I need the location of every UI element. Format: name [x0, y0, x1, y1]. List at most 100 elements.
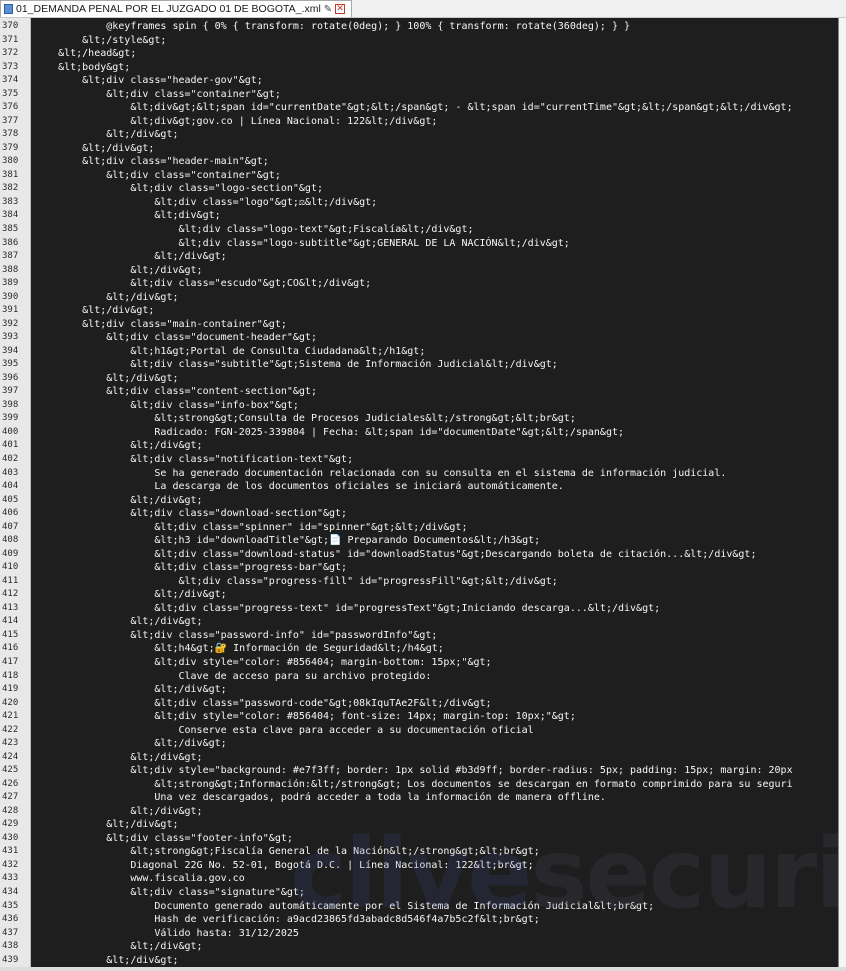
- code-text: &lt;div class="main-container"&gt;: [34, 318, 287, 330]
- line-number: 373: [2, 61, 19, 72]
- code-text: &lt;/div&gt;: [34, 305, 155, 317]
- line-number: 384: [2, 210, 19, 221]
- code-line: 411 &lt;div class="progress-fill" id="pr…: [0, 575, 838, 589]
- code-text: &lt;body&gt;: [34, 61, 131, 73]
- code-text: &lt;/div&gt;: [34, 494, 203, 506]
- line-number: 432: [2, 859, 19, 870]
- code-text: &lt;div class="progress-bar"&gt;: [34, 562, 348, 574]
- code-line: 386 &lt;div class="logo-subtitle"&gt;GEN…: [0, 237, 838, 251]
- line-number: 390: [2, 291, 19, 302]
- code-line: 437 Válido hasta: 31/12/2025: [0, 927, 838, 941]
- pin-icon[interactable]: ✎: [324, 4, 332, 15]
- code-line: 370 @keyframes spin { 0% { transform: ro…: [0, 20, 838, 34]
- code-text: &lt;strong&gt;Fiscalía General de la Nac…: [34, 846, 540, 858]
- code-text: &lt;div class="escudo"&gt;CO&lt;/div&gt;: [34, 278, 372, 290]
- line-number: 438: [2, 941, 19, 952]
- line-number: 386: [2, 237, 19, 248]
- line-number: 383: [2, 196, 19, 207]
- code-line: 412 &lt;/div&gt;: [0, 588, 838, 602]
- code-line: 409 &lt;div class="download-status" id="…: [0, 548, 838, 562]
- code-text: &lt;h4&gt;🔐 Información de Seguridad&lt;…: [34, 643, 444, 655]
- code-text: &lt;div class="document-header"&gt;: [34, 332, 317, 344]
- line-number: 401: [2, 440, 19, 451]
- line-number: 421: [2, 711, 19, 722]
- code-text: &lt;/div&gt;: [34, 264, 203, 276]
- line-number: 380: [2, 156, 19, 167]
- code-line: 427 Una vez descargados, podrá acceder a…: [0, 791, 838, 805]
- code-text: &lt;/div&gt;: [34, 954, 179, 966]
- line-number: 399: [2, 413, 19, 424]
- code-line: 395 &lt;div class="subtitle"&gt;Sistema …: [0, 358, 838, 372]
- code-text: &lt;div class="content-section"&gt;: [34, 386, 317, 398]
- code-text: &lt;div&gt;&lt;span id="currentDate"&gt;…: [34, 102, 793, 114]
- code-text: &lt;h3 id="downloadTitle"&gt;📄 Preparand…: [34, 535, 541, 547]
- code-line: 430 &lt;div class="footer-info"&gt;: [0, 832, 838, 846]
- line-number: 424: [2, 751, 19, 762]
- code-text: @keyframes spin { 0% { transform: rotate…: [34, 21, 631, 32]
- code-text: &lt;div class="password-info" id="passwo…: [34, 629, 438, 641]
- code-line: 379 &lt;/div&gt;: [0, 142, 838, 156]
- code-line: 434 &lt;div class="signature"&gt;: [0, 886, 838, 900]
- line-number: 402: [2, 454, 19, 464]
- line-number: 411: [2, 575, 19, 586]
- code-text: &lt;/div&gt;: [34, 251, 227, 263]
- line-number: 397: [2, 386, 19, 397]
- line-number: 395: [2, 359, 19, 370]
- line-number: 435: [2, 900, 19, 911]
- code-text: Conserve esta clave para acceder a su do…: [34, 724, 534, 736]
- line-number: 439: [2, 954, 19, 965]
- code-line: 394 &lt;h1&gt;Portal de Consulta Ciudada…: [0, 345, 838, 359]
- code-line: 408 &lt;h3 id="downloadTitle"&gt;📄 Prepa…: [0, 534, 838, 548]
- line-number: 391: [2, 305, 19, 316]
- code-text: La descarga de los documentos oficiales …: [34, 481, 564, 493]
- code-line: 399 &lt;strong&gt;Consulta de Procesos J…: [0, 412, 838, 426]
- line-number: 404: [2, 481, 19, 492]
- line-number: 414: [2, 616, 19, 627]
- code-editor[interactable]: 370 @keyframes spin { 0% { transform: ro…: [0, 18, 839, 967]
- bottom-border: [0, 967, 846, 971]
- code-text: &lt;/div&gt;: [34, 819, 179, 831]
- code-line: 371 &lt;/style&gt;: [0, 34, 838, 48]
- code-line: 397 &lt;div class="content-section"&gt;: [0, 385, 838, 399]
- line-number: 382: [2, 183, 19, 194]
- line-number: 422: [2, 724, 19, 735]
- line-number: 403: [2, 467, 19, 478]
- code-text: &lt;div class="spinner" id="spinner"&gt;…: [34, 521, 468, 533]
- close-icon[interactable]: ✕: [335, 4, 346, 14]
- code-text: Se ha generado documentación relacionada…: [34, 467, 727, 479]
- code-text: &lt;div class="progress-text" id="progre…: [34, 602, 661, 614]
- code-text: &lt;/div&gt;: [34, 738, 227, 750]
- code-text: &lt;div style="color: #856404; font-size…: [34, 711, 576, 723]
- line-number: 388: [2, 264, 19, 275]
- code-text: Clave de acceso para su archivo protegid…: [34, 670, 432, 682]
- line-number: 430: [2, 832, 19, 843]
- code-text: &lt;div class="header-main"&gt;: [34, 156, 269, 168]
- code-line: 388 &lt;/div&gt;: [0, 264, 838, 278]
- vertical-scrollbar[interactable]: [839, 18, 846, 967]
- line-number: 378: [2, 129, 19, 140]
- line-number: 415: [2, 629, 19, 640]
- line-number: 431: [2, 846, 19, 857]
- line-number: 393: [2, 332, 19, 343]
- code-line: 405 &lt;/div&gt;: [0, 494, 838, 508]
- code-line: 433 www.fiscalia.gov.co: [0, 872, 838, 886]
- code-text: &lt;div class="download-status" id="down…: [34, 548, 757, 560]
- code-line: 424 &lt;/div&gt;: [0, 751, 838, 765]
- line-number: 420: [2, 697, 19, 708]
- code-line: 438 &lt;/div&gt;: [0, 940, 838, 954]
- code-text: &lt;div class="footer-info"&gt;: [34, 832, 293, 844]
- code-text: &lt;/div&gt;: [34, 589, 227, 601]
- line-number: 434: [2, 887, 19, 897]
- line-number: 385: [2, 223, 19, 234]
- code-line: 375 &lt;div class="container"&gt;: [0, 88, 838, 102]
- line-number: 410: [2, 562, 19, 573]
- line-number: 379: [2, 142, 19, 153]
- code-line: 435 Documento generado automáticamente p…: [0, 900, 838, 914]
- code-text: Diagonal 22G No. 52-01, Bogotá D.C. | Lí…: [34, 859, 534, 871]
- code-line: 403 Se ha generado documentación relacio…: [0, 467, 838, 481]
- line-number: 377: [2, 115, 19, 126]
- code-line: 374 &lt;div class="header-gov"&gt;: [0, 74, 838, 88]
- code-line: 410 &lt;div class="progress-bar"&gt;: [0, 561, 838, 575]
- code-lines: 370 @keyframes spin { 0% { transform: ro…: [0, 20, 838, 967]
- file-tab[interactable]: 01_DEMANDA PENAL POR EL JUZGADO 01 DE BO…: [0, 0, 353, 17]
